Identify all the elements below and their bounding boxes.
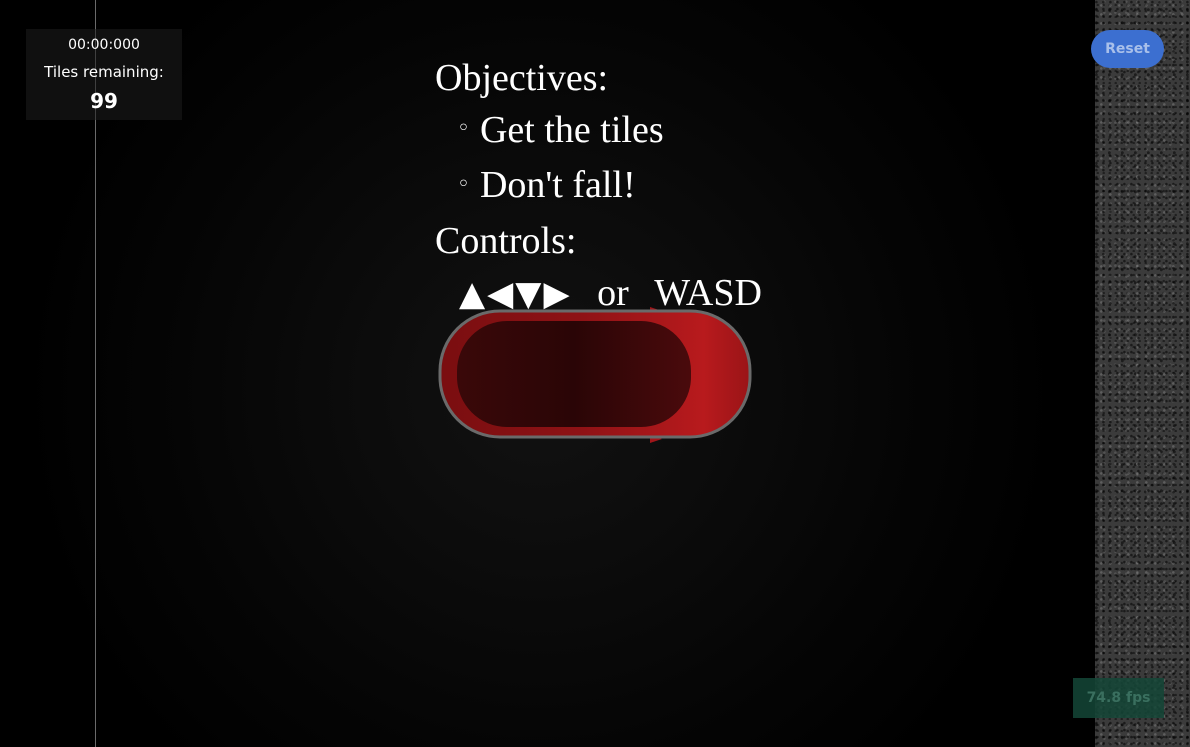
tiles-remaining-count: 99 bbox=[90, 89, 118, 113]
instructions: Objectives: ◦ Get the tiles ◦ Don't fall! … bbox=[435, 52, 762, 320]
bullet-icon: ◦ bbox=[457, 171, 470, 197]
objective-text: Don't fall! bbox=[479, 164, 636, 207]
objectives-heading: Objectives: bbox=[435, 57, 609, 99]
reset-button[interactable]: Reset bbox=[1091, 30, 1164, 68]
fps-counter: 74.8 fps bbox=[1073, 678, 1164, 718]
objective-item: ◦ Don't fall! bbox=[435, 159, 762, 214]
tiles-remaining-label: Tiles remaining: bbox=[44, 63, 164, 81]
objective-item: ◦ Get the tiles bbox=[435, 104, 762, 159]
timer: 00:00:000 bbox=[68, 37, 140, 53]
hud-panel: 00:00:000 Tiles remaining: 99 bbox=[26, 29, 182, 120]
objective-text: Get the tiles bbox=[479, 109, 664, 151]
player-car-icon bbox=[438, 307, 752, 443]
game-screen: 00:00:000 Tiles remaining: 99 Objectives… bbox=[0, 0, 1190, 747]
side-panel bbox=[1095, 0, 1190, 747]
bullet-icon: ◦ bbox=[457, 116, 470, 142]
controls-heading: Controls: bbox=[435, 219, 577, 262]
